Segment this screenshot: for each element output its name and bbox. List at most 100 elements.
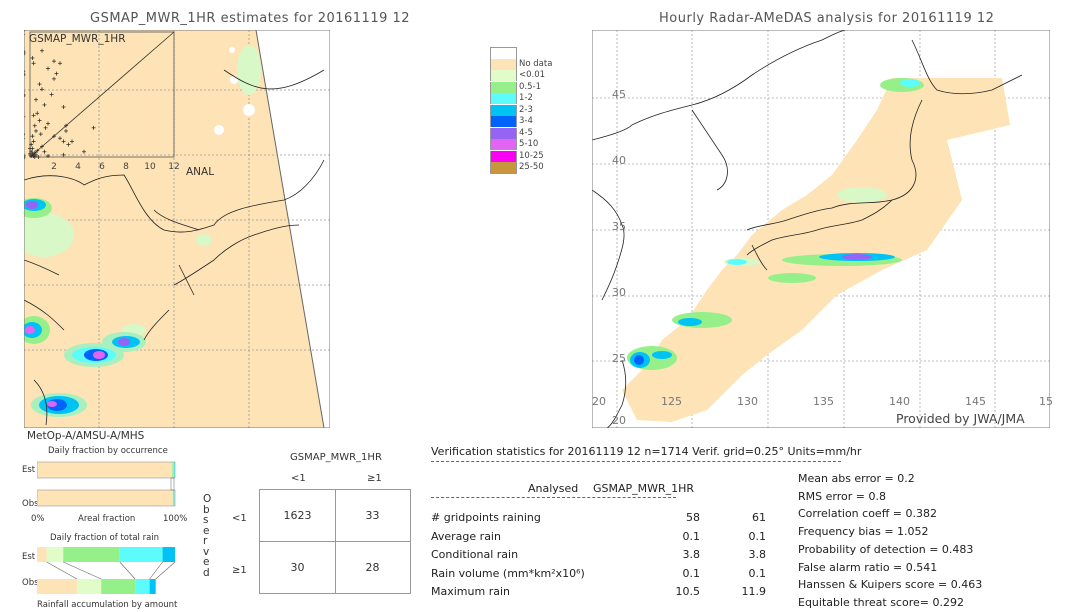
divider [431, 497, 676, 498]
legend-item: 25-50 [490, 162, 570, 174]
legend-item: 5-10 [490, 139, 570, 151]
connector-line [46, 561, 78, 580]
total-rain-chart [37, 547, 176, 594]
score-line: False alarm ratio = 0.541 [798, 560, 938, 574]
occurrence-bar-segment [37, 490, 173, 506]
credit-label: Provided by JWA/JMA [896, 411, 1025, 426]
legend-label: 10-25 [519, 150, 544, 161]
right-map-title: Hourly Radar-AMeDAS analysis for 2016111… [659, 11, 995, 26]
scatter-x-tick: 2 [51, 162, 57, 172]
total-rain-bar-segment [101, 579, 136, 594]
legend-item: 4-5 [490, 127, 570, 140]
legend-label: 5-10 [519, 139, 539, 149]
occurrence-title: Daily fraction by occurrence [48, 446, 168, 456]
legend-swatch [490, 81, 517, 93]
lon-tick-135: 135 [813, 395, 834, 408]
cell-hit: 28 [365, 561, 380, 574]
stat-analysed-value: 0.1 [682, 529, 701, 543]
stat-analysed-value: 10.5 [675, 585, 701, 598]
legend-swatch [490, 104, 517, 116]
legend-swatch [490, 70, 517, 81]
lat-tick-35: 35 [612, 220, 626, 233]
inset-xlabel: ANAL [186, 166, 215, 178]
observed-label: Observed [203, 493, 212, 579]
total-rain-bar-segment [63, 547, 120, 562]
legend-item: 10-25 [490, 150, 570, 163]
stat-gsmap-value: 0.1 [748, 529, 767, 543]
legend-swatch [490, 58, 517, 70]
occurrence-axis-mid: Areal fraction [78, 514, 136, 524]
legend-label: 4-5 [519, 127, 533, 138]
legend-label: 1-2 [519, 93, 533, 103]
stat-gsmap-value: 11.9 [741, 585, 767, 598]
legend-label: 2-3 [519, 104, 533, 115]
legend-label: <0.01 [519, 70, 546, 80]
contingency-row-ge1: ≥1 [232, 565, 247, 576]
stat-gsmap-value: 3.8 [748, 548, 767, 561]
legend-item: No data [490, 58, 570, 71]
legend-item [490, 47, 570, 59]
stat-row-label: Maximum rain [431, 585, 510, 598]
occurrence-axis-right: 100% [163, 514, 188, 524]
inset-label: GSMAP_MWR_1HR [29, 33, 126, 45]
stat-analysed-value: 3.8 [682, 548, 701, 561]
analysis-swath [622, 78, 1010, 422]
lon-tick-145: 145 [965, 395, 986, 408]
score-line: RMS error = 0.8 [798, 489, 886, 503]
connector-line [155, 561, 176, 580]
contingency-col-ge1: ≥1 [367, 473, 382, 484]
legend-label: 3-4 [519, 116, 533, 126]
total-rain-bar-segment [37, 547, 47, 562]
lon-tick-120: 20 [592, 395, 606, 408]
legend-swatch [490, 93, 517, 104]
lon-tick-150: 15 [1039, 395, 1053, 408]
occurrence-bar-segment [37, 462, 173, 478]
stat-row-label: Rain volume (mm*km²x10⁶) [431, 566, 585, 580]
stat-row-label: Conditional rain [431, 548, 519, 561]
lat-tick-45: 45 [612, 88, 626, 101]
connector-line [119, 561, 136, 580]
score-line: Probability of detection = 0.483 [798, 542, 974, 556]
occurrence-bar-segment [172, 490, 175, 506]
occurrence-marker [170, 477, 175, 491]
scatter-x-tick: 12 [168, 162, 179, 172]
legend-swatch [490, 139, 517, 150]
score-line: Frequency bias = 1.052 [798, 525, 929, 539]
legend-swatch [490, 150, 517, 162]
scatter-x-tick: 8 [123, 162, 129, 172]
cell-hit-none: 1623 [283, 509, 312, 522]
total-rain-bar-segment [162, 547, 175, 562]
legend-label: No data [519, 58, 553, 69]
scatter-x-tick: 10 [144, 162, 156, 172]
legend-item: 0.5-1 [490, 81, 570, 94]
lon-tick-130: 130 [737, 395, 758, 408]
contingency-grid: 1623 33 30 28 [259, 489, 411, 594]
cell-false-alarm: 33 [365, 509, 380, 522]
stat-row-label: # gridpoints raining [431, 511, 541, 524]
legend-item: 2-3 [490, 104, 570, 117]
scatter-x-tick: 6 [99, 162, 105, 172]
total-rain-est-label: Est [22, 552, 36, 562]
verification-header: Verification statistics for 20161119 12 … [431, 445, 862, 458]
satellite-label: MetOp-A/AMSU-A/MHS [27, 430, 145, 442]
legend-label: 0.5-1 [519, 81, 541, 92]
contingency-row-lt1: <1 [232, 513, 247, 524]
lat-tick-25: 25 [612, 352, 626, 365]
legend-swatch [490, 116, 517, 127]
occurrence-chart [37, 461, 176, 507]
total-rain-bar-segment [135, 579, 150, 594]
legend-label: 25-50 [519, 162, 544, 172]
contingency-col-lt1: <1 [291, 473, 306, 484]
left-map: 02244668810101212 [24, 30, 330, 428]
lat-tick-40: 40 [612, 154, 626, 167]
col-gsmap: GSMAP_MWR_1HR [593, 482, 695, 495]
scatter-x-tick: 4 [75, 162, 81, 172]
total-rain-footer: Rainfall accumulation by amount [37, 600, 178, 610]
col-analysed: Analysed [528, 482, 579, 495]
stat-gsmap-value: 61 [752, 511, 766, 524]
total-rain-title: Daily fraction of total rain [50, 533, 160, 543]
legend-swatch [490, 47, 517, 59]
total-rain-bar-segment [37, 579, 77, 594]
legend-item: <0.01 [490, 70, 570, 82]
stat-row-label: Average rain [431, 529, 501, 543]
